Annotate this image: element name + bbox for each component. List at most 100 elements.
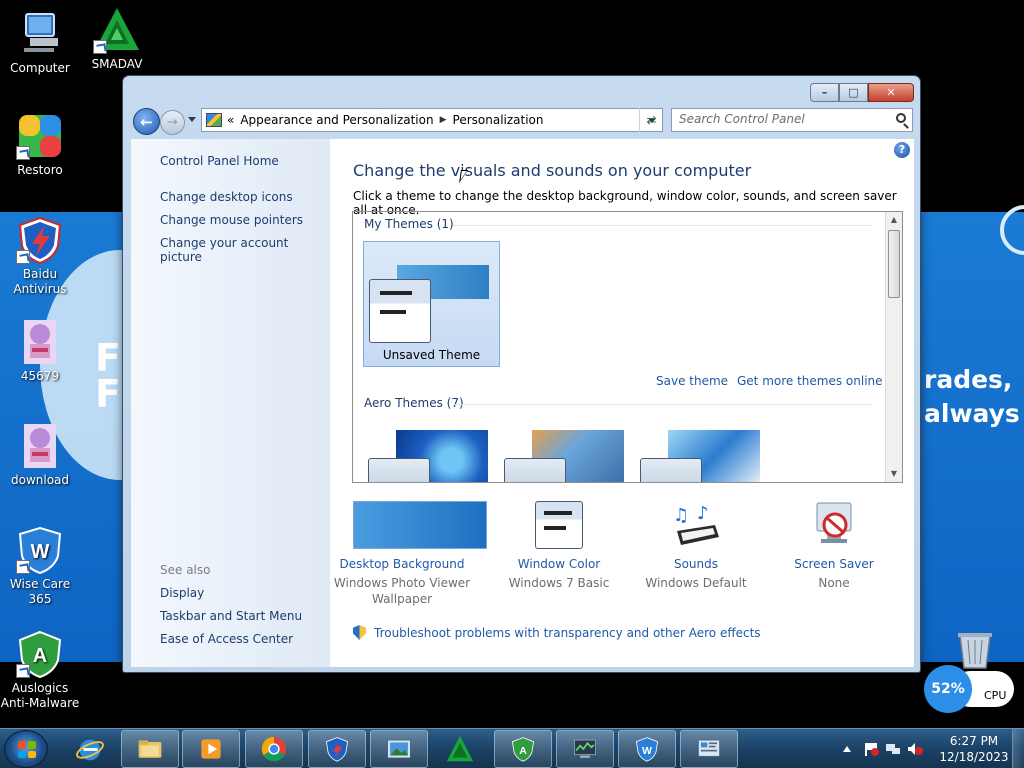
search-icon[interactable] [896,113,906,123]
auslogics-shield-icon: A [511,737,535,762]
network-icon[interactable] [885,742,901,756]
close-button[interactable]: ✕ [868,83,914,102]
themes-list[interactable]: My Themes (1) Unsaved Theme Save theme G… [352,211,903,483]
unsaved-theme-tile[interactable]: Unsaved Theme [363,241,500,367]
media-player-icon [201,739,221,759]
taskbar-chrome[interactable] [245,730,303,768]
maximize-button[interactable]: □ [839,83,868,102]
wise-care-icon: W [635,737,659,762]
page-title: Change the visuals and sounds on your co… [353,161,752,180]
shortcut-arrow-icon [16,146,30,160]
option-value: Windows Default [645,576,747,590]
search-placeholder: Search Control Panel [679,112,805,126]
cpu-usage-widget[interactable]: CPU 52% [924,665,1016,713]
taskbar-internet-explorer[interactable] [70,730,110,768]
sounds-option[interactable]: ♫ ♪ Sounds Windows Default [626,501,766,591]
control-panel-home-link[interactable]: Control Panel Home [160,154,279,168]
chrome-icon [261,736,287,762]
desktop-icon-restoro[interactable]: Restoro [0,112,80,178]
aero-theme-windows7[interactable] [363,430,488,482]
taskbar-baidu-antivirus[interactable] [308,730,366,768]
main-content: ? Change the visuals and sounds on your … [330,139,914,667]
taskbar-start-menu-link[interactable]: Taskbar and Start Menu [160,609,302,623]
recent-pages-dropdown[interactable] [188,117,196,122]
refresh-button[interactable]: ⇄ [639,108,663,132]
desktop-icon-wise-care[interactable]: W Wise Care 365 [0,526,80,607]
desktop-icon-computer[interactable]: Computer [0,10,80,76]
option-value: None [818,576,850,590]
control-panel-icon [698,739,720,757]
change-mouse-pointers-link[interactable]: Change mouse pointers [160,213,303,227]
taskbar-system-monitor[interactable] [556,730,614,768]
desktop-icon-auslogics[interactable]: A Auslogics Anti-Malware [0,630,80,711]
get-more-themes-link[interactable]: Get more themes online [737,374,883,388]
smadav-icon [446,735,474,762]
taskbar-photo-viewer[interactable] [370,730,428,768]
task-pane: Control Panel Home Change desktop icons … [131,139,330,667]
option-name: Window Color [517,557,601,571]
display-link[interactable]: Display [160,586,204,600]
scroll-down-arrow-icon[interactable]: ▼ [886,466,902,482]
desktop-icon-45679[interactable]: 45679 [0,318,80,384]
window-color-option[interactable]: Window Color Windows 7 Basic [489,501,629,591]
shortcut-arrow-icon [16,250,30,264]
theme-name: Unsaved Theme [382,348,481,362]
help-icon[interactable]: ? [894,142,910,158]
volume-muted-icon[interactable] [907,742,923,756]
taskbar-file-explorer[interactable] [121,730,179,768]
back-button[interactable]: ← [133,108,160,135]
troubleshoot-aero-link[interactable]: Troubleshoot problems with transparency … [353,625,761,640]
aero-theme-architecture[interactable] [499,430,624,482]
desktop-background-option[interactable]: Desktop Background Windows Photo Viewer … [332,501,487,607]
desktop-icon-smadav[interactable]: SMADAV [77,6,157,72]
start-button[interactable] [4,730,48,768]
desktop-icon-label: 45679 [20,369,60,383]
my-themes-group-label: My Themes (1) [364,217,454,231]
taskbar-auslogics[interactable]: A [494,730,552,768]
screen-saver-option[interactable]: Screen Saver None [764,501,904,591]
scrollbar-thumb[interactable] [888,230,900,298]
action-center-flag-icon[interactable] [863,742,879,756]
scroll-up-arrow-icon[interactable]: ▲ [886,212,902,228]
breadcrumb-overflow[interactable]: « [227,113,234,127]
option-name: Sounds [673,557,719,571]
internet-explorer-icon [76,739,104,761]
breadcrumb-personalization[interactable]: Personalization [453,113,544,127]
search-input[interactable]: Search Control Panel [671,108,913,132]
desktop-icon-label: Auslogics Anti-Malware [0,681,80,710]
system-monitor-icon [574,739,596,758]
save-theme-link[interactable]: Save theme [656,374,728,388]
window-caption-buttons: – □ ✕ [810,83,914,102]
taskbar-control-panel[interactable] [680,730,738,768]
option-name: Desktop Background [339,557,465,571]
show-hidden-icons-icon[interactable] [843,746,851,752]
shortcut-arrow-icon [16,664,30,678]
wise-care-icon: W [16,526,64,574]
ease-of-access-link[interactable]: Ease of Access Center [160,632,293,646]
cpu-percent: 52% [924,665,972,713]
breadcrumb-appearance[interactable]: Appearance and Personalization [240,113,433,127]
recycle-bin-icon[interactable] [954,630,996,670]
show-desktop-button[interactable] [1012,729,1024,768]
desktop-icon-label: SMADAV [91,57,143,71]
svg-text:A: A [33,645,47,667]
minimize-button[interactable]: – [810,83,839,102]
themes-scrollbar[interactable]: ▲ ▼ [885,212,902,482]
photo-viewer-icon [387,739,411,759]
taskbar-smadav[interactable] [440,730,480,768]
desktop-icon-label: Baidu Antivirus [13,267,67,296]
baidu-antivirus-icon [325,737,349,762]
aero-theme-characters[interactable] [635,430,760,482]
taskbar: A W 6:27 PM 12/18/2023 [0,728,1024,768]
clock[interactable]: 6:27 PM 12/18/2023 [934,733,1014,765]
svg-text:W: W [642,745,652,757]
change-desktop-icons-link[interactable]: Change desktop icons [160,190,293,204]
breadcrumb-separator-icon[interactable]: ▶ [440,115,447,125]
taskbar-media-player[interactable] [182,730,240,768]
taskbar-wise-care[interactable]: W [618,730,676,768]
desktop-icon-baidu-antivirus[interactable]: Baidu Antivirus [0,216,80,297]
address-bar[interactable]: « Appearance and Personalization ▶ Perso… [201,108,663,132]
forward-button[interactable]: → [160,110,185,135]
desktop-icon-download[interactable]: download [0,422,80,488]
change-account-picture-link[interactable]: Change your account picture [160,236,330,264]
